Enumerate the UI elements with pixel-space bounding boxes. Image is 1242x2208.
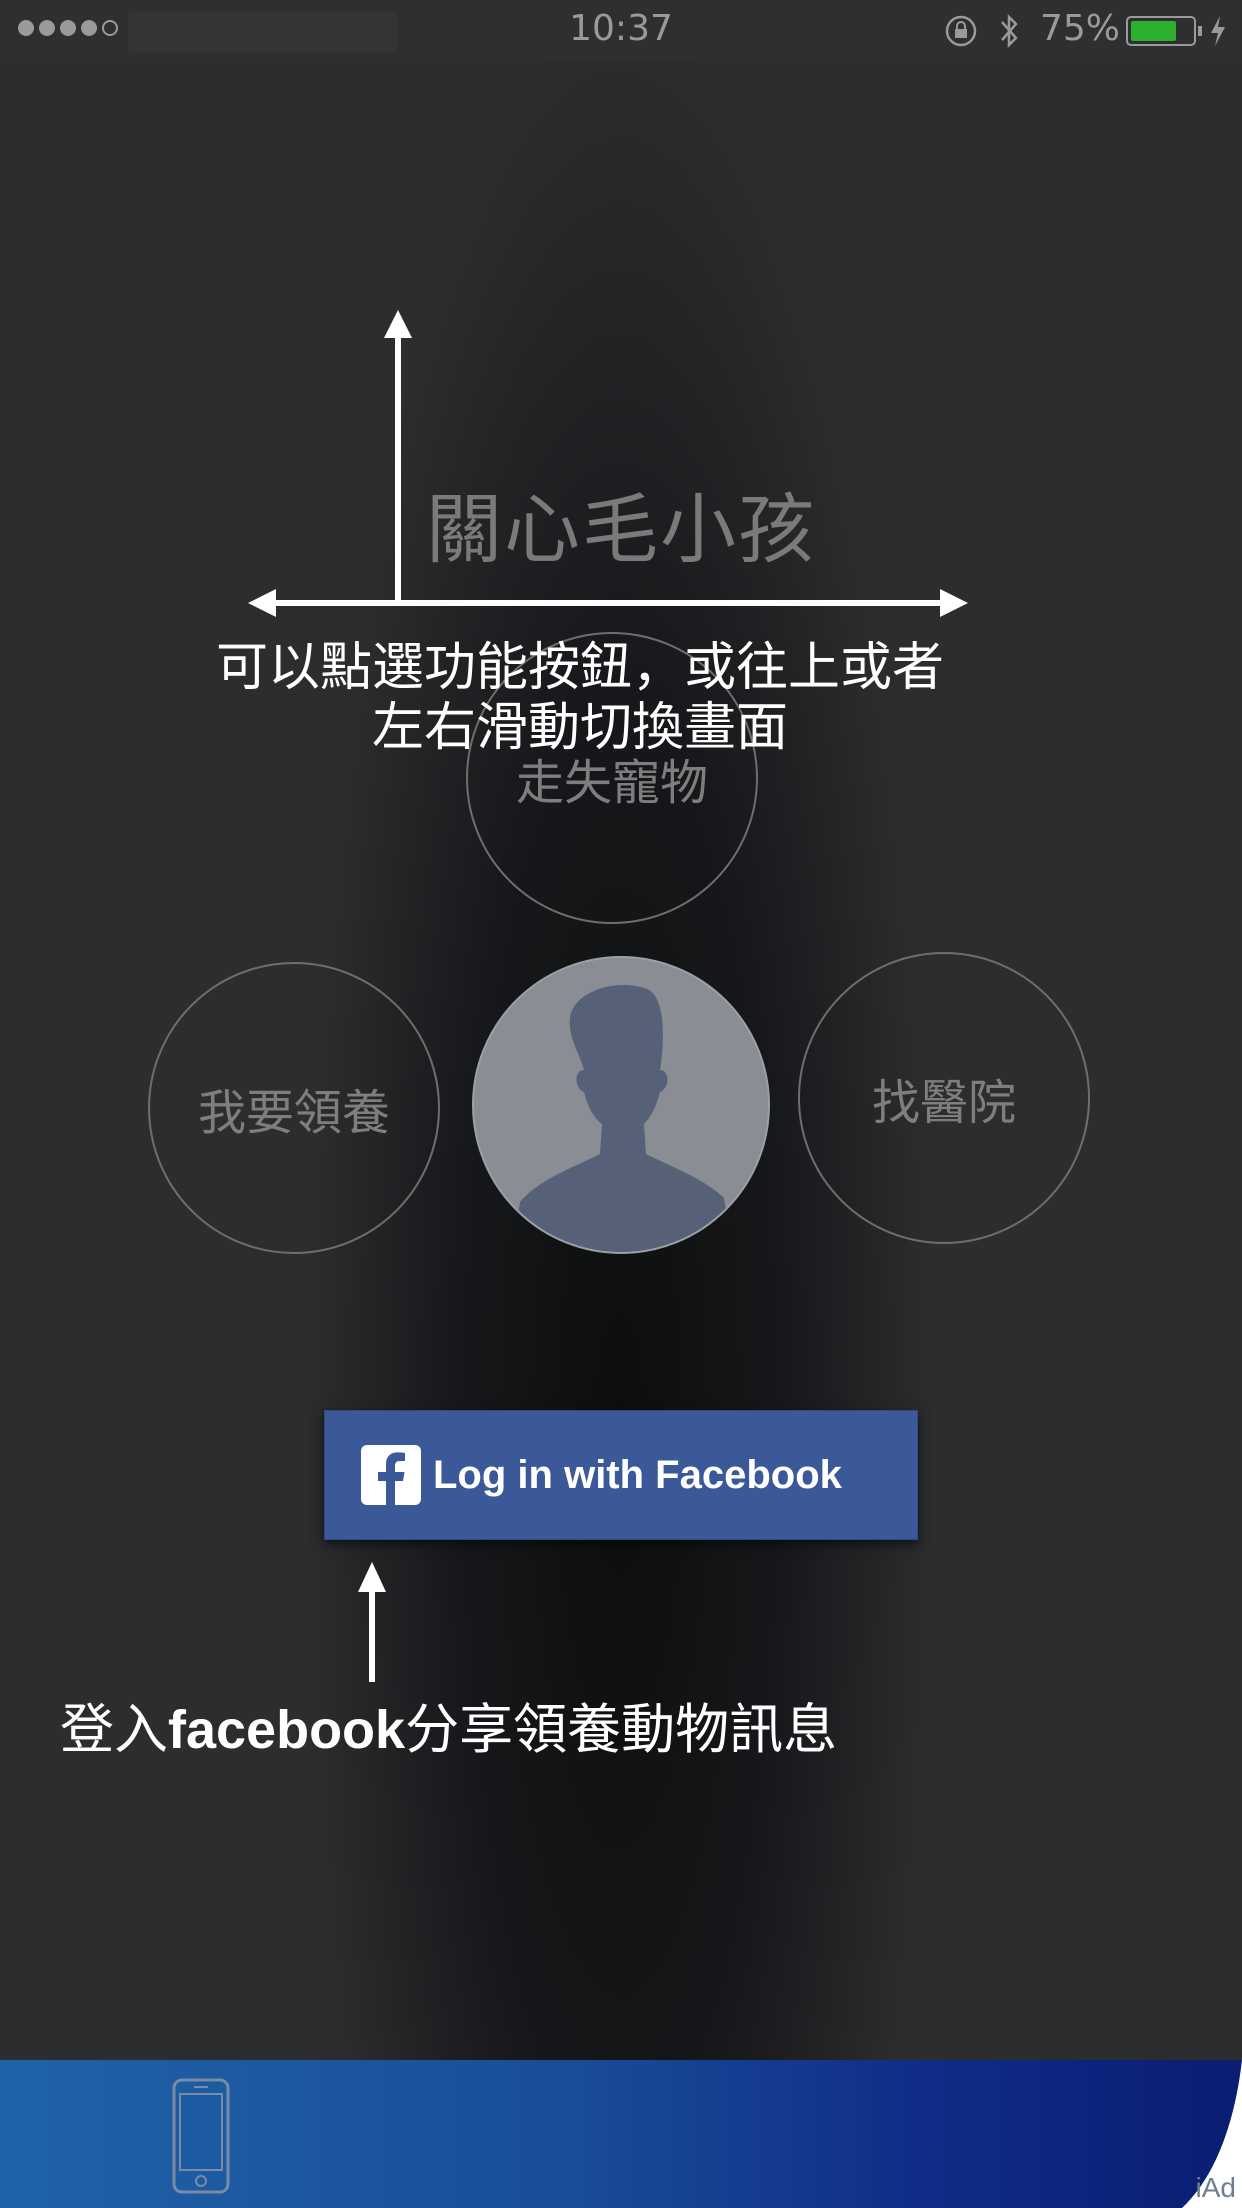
facebook-hint-prefix: 登入 bbox=[60, 1698, 168, 1761]
up-arrow-head bbox=[384, 310, 412, 338]
facebook-f-icon bbox=[361, 1445, 421, 1505]
navigation-hint: 可以點選功能按鈕，或往上或者 左右滑動切換畫面 bbox=[140, 638, 1020, 758]
facebook-hint-suffix: 分享領養動物訊息 bbox=[405, 1698, 838, 1761]
facebook-login-button[interactable]: Log in with Facebook bbox=[324, 1410, 918, 1540]
left-arrow-head bbox=[248, 589, 276, 617]
iad-label: iAd bbox=[1195, 2172, 1236, 2203]
fb-arrow-head bbox=[358, 1562, 386, 1592]
gesture-arrows bbox=[248, 310, 968, 1682]
facebook-hint-bold: facebook bbox=[168, 1700, 406, 1760]
iphone-icon bbox=[172, 2078, 230, 2194]
iad-banner[interactable]: iAd bbox=[0, 2060, 1242, 2208]
navigation-hint-line: 左右滑動切換畫面 bbox=[371, 698, 788, 758]
facebook-hint: 登入facebook分享領養動物訊息 bbox=[60, 1698, 960, 1761]
facebook-login-label: Log in with Facebook bbox=[433, 1452, 842, 1497]
right-arrow-head bbox=[940, 589, 968, 617]
navigation-hint-line: 可以點選功能按鈕，或往上或者 bbox=[215, 638, 944, 698]
